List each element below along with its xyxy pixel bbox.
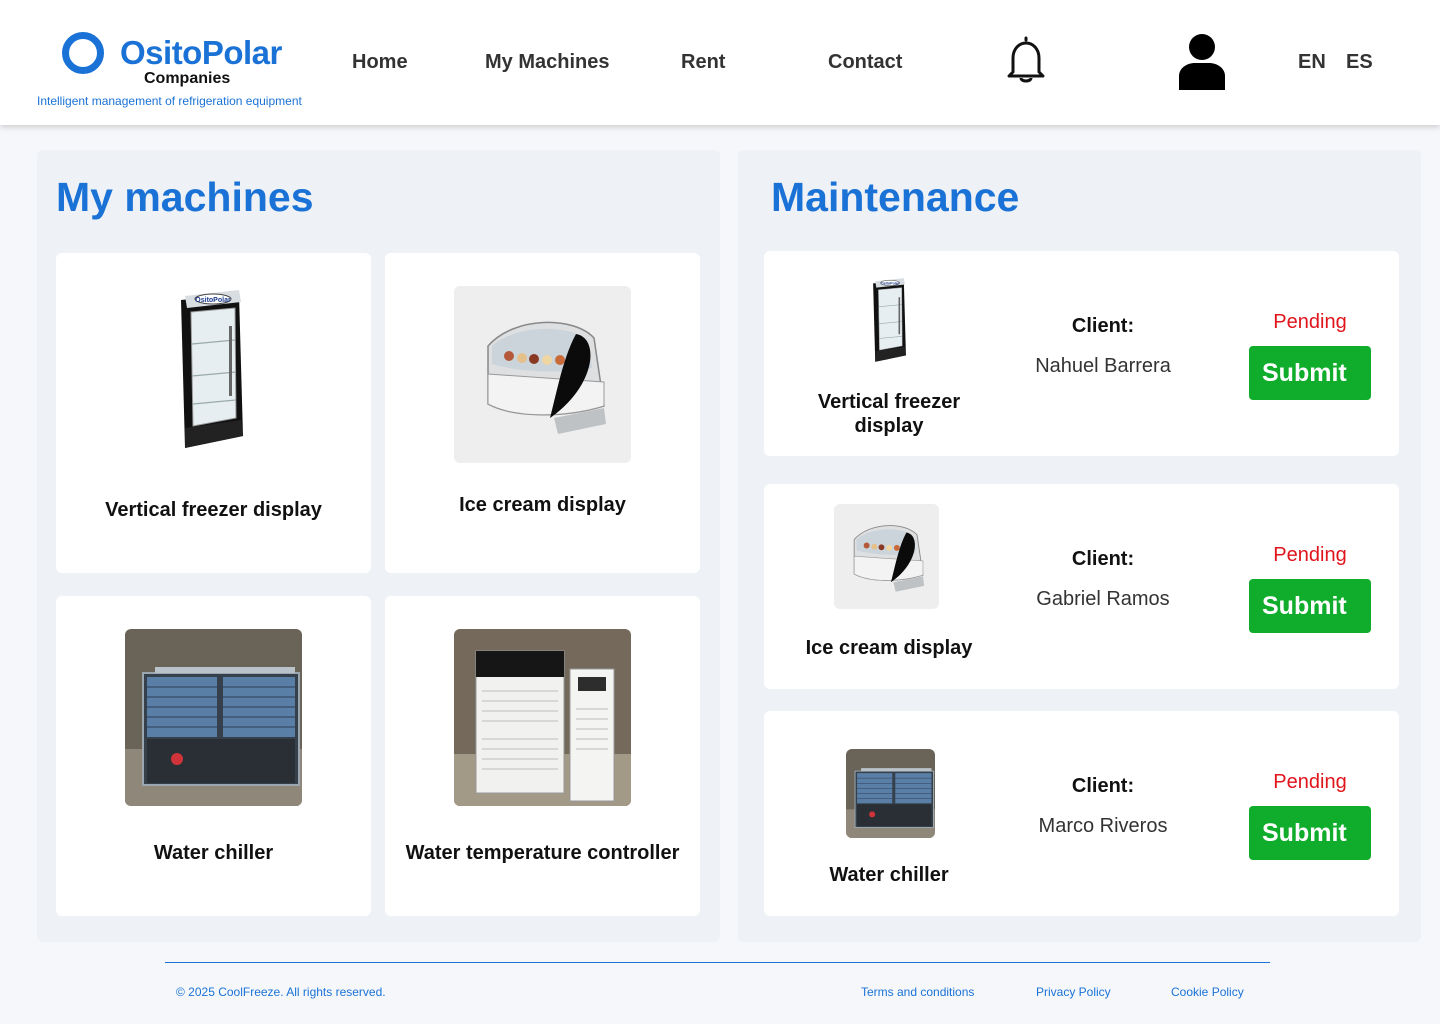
client-label: Client: (1071, 775, 1135, 797)
lang-en[interactable]: EN (1298, 51, 1326, 74)
bell-icon[interactable] (1005, 36, 1047, 86)
submit-button[interactable]: Submit (1249, 579, 1371, 633)
water-chiller-image (125, 629, 302, 806)
footer-link-cookie[interactable]: Cookie Policy (1171, 985, 1244, 999)
brand-tagline: Intelligent management of refrigeration … (37, 94, 302, 108)
machine-card[interactable]: Vertical freezer display (56, 253, 371, 573)
footer-link-privacy[interactable]: Privacy Policy (1036, 985, 1111, 999)
machine-name: Water chiller (153, 842, 274, 864)
brand-logo[interactable]: OsitoPolar Companies Intelligent managem… (37, 30, 327, 110)
maintenance-title: Maintenance (771, 174, 1020, 220)
machine-card[interactable]: Water temperature controller (385, 596, 700, 916)
client-name: Nahuel Barrera (1035, 355, 1171, 377)
machine-name: Vertical freezer display (105, 499, 322, 521)
maintenance-machine-name: Vertical freezer display (817, 391, 961, 437)
status-badge: Pending (1273, 771, 1347, 793)
ice-cream-display-thumbnail (834, 504, 939, 609)
maintenance-machine-name: Water chiller (829, 864, 949, 886)
lang-es[interactable]: ES (1346, 51, 1373, 74)
user-icon[interactable] (1177, 32, 1227, 90)
status-badge: Pending (1273, 311, 1347, 333)
submit-button[interactable]: Submit (1249, 806, 1371, 860)
client-name: Gabriel Ramos (1036, 588, 1170, 610)
client-label: Client: (1071, 548, 1135, 570)
machine-name: Water temperature controller (405, 842, 680, 864)
my-machines-panel: My machines Vertical freezer display Ice… (37, 150, 720, 942)
maintenance-item: Water chiller Client: Marco Riveros Pend… (764, 711, 1399, 916)
client-name: Marco Riveros (1038, 815, 1168, 837)
top-navbar: OsitoPolar Companies Intelligent managem… (0, 0, 1440, 125)
footer-divider (165, 962, 1270, 963)
machine-name: Ice cream display (459, 494, 626, 516)
water-chiller-thumbnail (846, 749, 935, 838)
client-label: Client: (1071, 315, 1135, 337)
copyright-text: © 2025 CoolFreeze. All rights reserved. (176, 985, 386, 999)
nav-contact[interactable]: Contact (828, 51, 902, 74)
machine-card[interactable]: Ice cream display (385, 253, 700, 573)
footer-link-terms[interactable]: Terms and conditions (861, 985, 974, 999)
maintenance-item: Vertical freezer display Client: Nahuel … (764, 251, 1399, 456)
water-temperature-controller-image (454, 629, 631, 806)
maintenance-machine-name: Ice cream display (805, 637, 973, 659)
nav-my-machines[interactable]: My Machines (485, 51, 609, 74)
brand-name: OsitoPolar (120, 34, 282, 71)
status-badge: Pending (1273, 544, 1347, 566)
logo-ring-icon (62, 32, 104, 74)
brand-sub: Companies (144, 70, 231, 87)
my-machines-title: My machines (56, 174, 314, 220)
ice-cream-display-image (454, 286, 631, 463)
nav-home[interactable]: Home (352, 51, 408, 74)
submit-button[interactable]: Submit (1249, 346, 1371, 400)
maintenance-item: Ice cream display Client: Gabriel Ramos … (764, 484, 1399, 689)
vertical-freezer-image (125, 286, 302, 463)
vertical-freezer-thumbnail (859, 276, 919, 366)
machine-card[interactable]: Water chiller (56, 596, 371, 916)
nav-rent[interactable]: Rent (681, 51, 725, 74)
maintenance-panel: Maintenance Vertical freezer display Cli… (738, 150, 1421, 942)
